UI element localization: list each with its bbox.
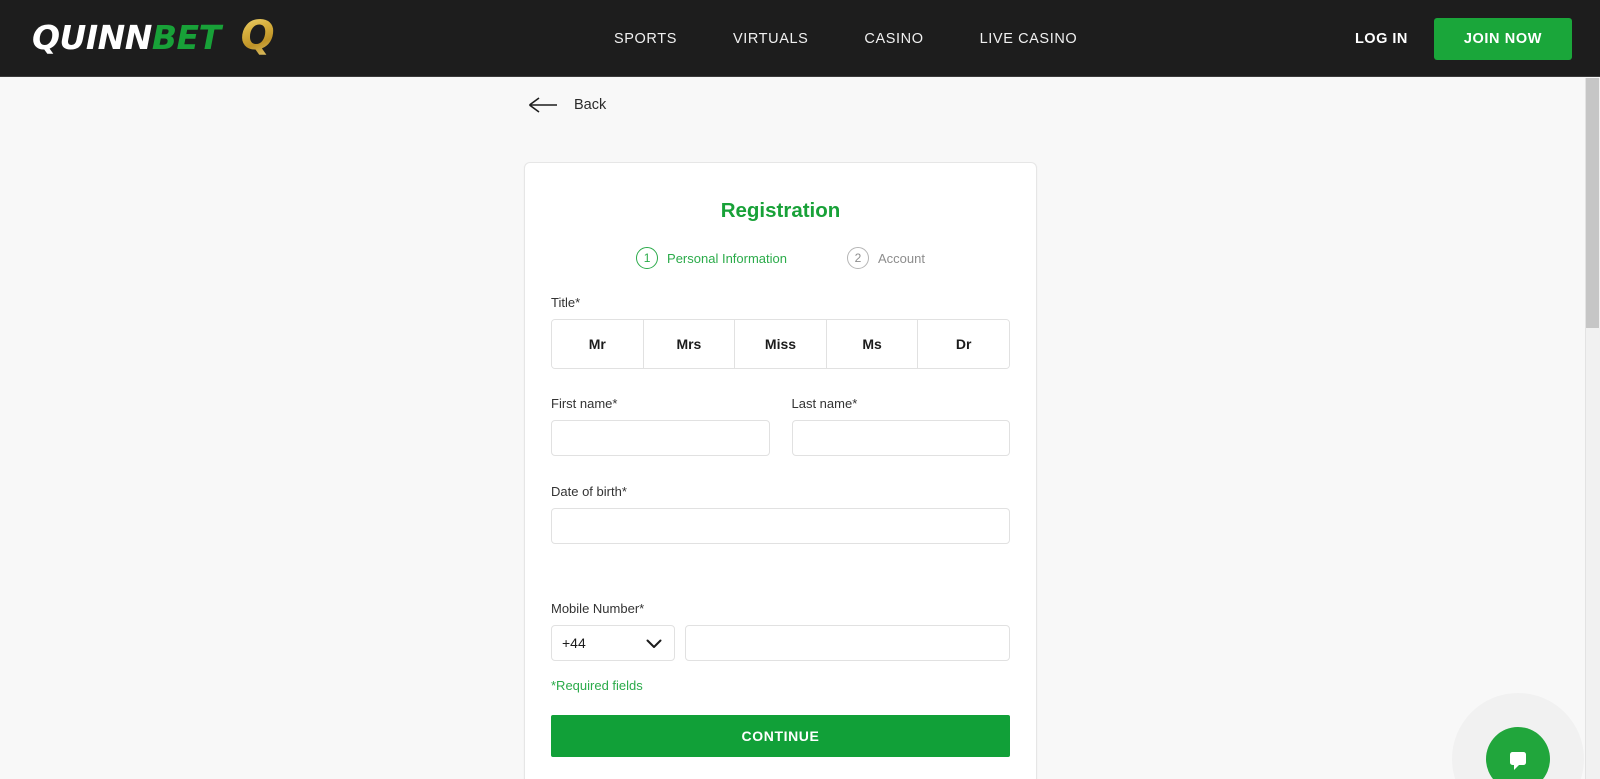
back-label: Back bbox=[574, 97, 607, 113]
continue-button[interactable]: CONTINUE bbox=[551, 715, 1010, 757]
registration-card: Registration 1 Personal Information 2 Ac… bbox=[524, 162, 1037, 779]
first-name-input[interactable] bbox=[551, 420, 770, 456]
title-option-mrs[interactable]: Mrs bbox=[643, 320, 736, 368]
first-name-group: First name* bbox=[551, 396, 770, 456]
date-of-birth-group: Date of birth* bbox=[551, 484, 1010, 544]
first-name-label: First name* bbox=[551, 396, 618, 411]
page-viewport: QUINNBET Q SPORTS VIRTUALS CASINO LIVE C… bbox=[0, 0, 1600, 779]
step-2-number: 2 bbox=[846, 247, 869, 269]
login-button[interactable]: LOG IN bbox=[1355, 31, 1408, 47]
main-navigation: SPORTS VIRTUALS CASINO LIVE CASINO bbox=[600, 0, 1105, 77]
step-2-label: Account bbox=[877, 250, 925, 266]
logo-text-quinn: QUINN bbox=[32, 17, 152, 57]
title-segmented-control: Mr Mrs Miss Ms Dr bbox=[551, 319, 1010, 369]
step-1-label: Personal Information bbox=[667, 250, 787, 266]
nav-virtuals[interactable]: VIRTUALS bbox=[705, 31, 836, 47]
title-field-group: Title* Mr Mrs Miss Ms Dr bbox=[551, 295, 1010, 369]
date-of-birth-label: Date of birth* bbox=[551, 484, 627, 499]
name-fields-row: First name* Last name* bbox=[551, 396, 1010, 456]
page-scrollbar-thumb[interactable] bbox=[1586, 78, 1599, 328]
chevron-down-icon bbox=[646, 639, 662, 648]
step-indicator: 1 Personal Information 2 Account bbox=[551, 247, 1010, 269]
back-link[interactable]: Back bbox=[528, 97, 606, 113]
last-name-input[interactable] bbox=[791, 420, 1010, 456]
title-option-mr[interactable]: Mr bbox=[552, 320, 644, 368]
arrow-left-icon bbox=[529, 97, 557, 113]
mobile-number-label: Mobile Number* bbox=[551, 601, 645, 616]
logo-wordmark: QUINNBET bbox=[32, 21, 221, 54]
page-title: Registration bbox=[720, 199, 841, 222]
nav-casino[interactable]: CASINO bbox=[836, 31, 951, 47]
logo-text-bet: BET bbox=[151, 17, 221, 57]
country-code-select[interactable]: +44 bbox=[551, 625, 675, 661]
required-fields-note: *Required fields bbox=[551, 678, 643, 693]
join-now-button[interactable]: JOIN NOW bbox=[1433, 17, 1572, 60]
site-header: QUINNBET Q SPORTS VIRTUALS CASINO LIVE C… bbox=[0, 0, 1600, 77]
last-name-group: Last name* bbox=[791, 396, 1010, 456]
date-of-birth-input[interactable] bbox=[551, 508, 1010, 544]
logo-q-badge: Q bbox=[235, 13, 281, 61]
chat-bubble-icon bbox=[1510, 752, 1526, 770]
mobile-number-group: Mobile Number* +44 bbox=[551, 601, 1010, 661]
nav-sports[interactable]: SPORTS bbox=[600, 31, 705, 47]
step-personal-information[interactable]: 1 Personal Information bbox=[636, 247, 787, 269]
header-actions: LOG IN JOIN NOW bbox=[1355, 0, 1572, 77]
nav-live-casino[interactable]: LIVE CASINO bbox=[952, 31, 1106, 47]
title-option-ms[interactable]: Ms bbox=[826, 320, 919, 368]
brand-logo[interactable]: QUINNBET Q bbox=[32, 11, 281, 63]
country-code-value: +44 bbox=[562, 635, 586, 651]
mobile-number-input[interactable] bbox=[685, 625, 1010, 661]
last-name-label: Last name* bbox=[791, 396, 858, 411]
title-option-dr[interactable]: Dr bbox=[918, 320, 1009, 368]
step-account[interactable]: 2 Account bbox=[846, 247, 925, 269]
title-option-miss[interactable]: Miss bbox=[735, 320, 827, 368]
mobile-number-row: +44 bbox=[551, 625, 1010, 661]
step-1-number: 1 bbox=[636, 247, 659, 269]
title-label: Title* bbox=[551, 295, 581, 310]
